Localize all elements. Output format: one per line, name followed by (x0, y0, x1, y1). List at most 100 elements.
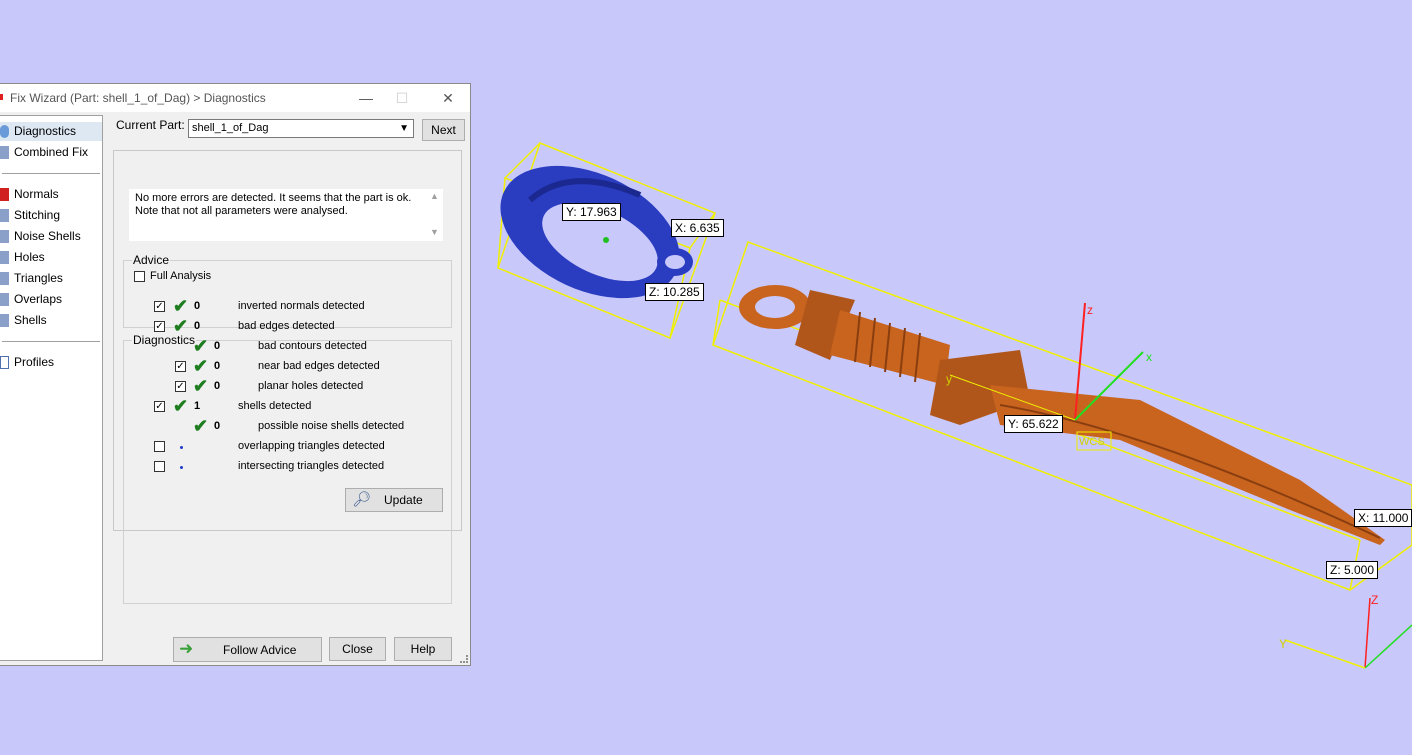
sidebar-item-label: Combined Fix (14, 145, 89, 159)
bad-edges-checkbox[interactable]: ✓ (154, 321, 165, 332)
advice-textbox[interactable]: No more errors are detected. It seems th… (129, 189, 443, 241)
ring-dim-x: X: 6.635 (671, 219, 724, 237)
intersecting-triangles-label: intersecting triangles detected (238, 460, 385, 472)
sidebar-item-profiles[interactable]: Profiles (0, 353, 102, 372)
magnifier-icon: 🔎︎ (352, 491, 372, 508)
sidebar-item-overlaps[interactable]: Overlaps (0, 290, 102, 309)
overlapping-triangles-checkbox[interactable] (154, 441, 165, 452)
bad-contours-count: 0 (214, 340, 221, 352)
help-button[interactable]: Help (394, 637, 452, 661)
wcs-label: WCS (1079, 436, 1105, 448)
shells-label: shells detected (238, 400, 312, 412)
sidebar-item-label: Overlaps (14, 292, 63, 306)
sidebar-item-label: Noise Shells (14, 229, 81, 243)
update-button[interactable]: 🔎︎ Update (345, 488, 443, 512)
status-dot-icon (180, 446, 183, 449)
planar-holes-label: planar holes detected (258, 380, 364, 392)
sidebar-item-label: Stitching (14, 208, 61, 222)
sidebar-item-triangles[interactable]: Triangles (0, 269, 102, 288)
current-part-select[interactable]: shell_1_of_Dag ▼ (188, 119, 414, 138)
sidebar-item-normals[interactable]: Normals (0, 185, 102, 204)
inverted-normals-checkbox[interactable]: ✓ (154, 301, 165, 312)
wizard-sidebar: Diagnostics Combined Fix Normals Stitchi… (0, 115, 103, 661)
check-icon: ✔ (193, 356, 209, 376)
arrow-right-icon: ➜ (179, 639, 194, 658)
maximize-button: ☐ (395, 90, 409, 106)
sidebar-item-label: Diagnostics (14, 124, 77, 138)
axis-label-y: y (946, 372, 952, 386)
ring-dim-z: Z: 10.285 (645, 283, 704, 301)
dagger-dim-z: Z: 5.000 (1326, 561, 1379, 579)
check-icon: ✔ (193, 376, 209, 396)
sidebar-item-combined-fix[interactable]: Combined Fix (0, 143, 102, 162)
app-icon (0, 94, 3, 100)
scroll-down-icon[interactable]: ▼ (430, 227, 439, 237)
near-bad-edges-checkbox[interactable]: ✓ (175, 361, 186, 372)
noise-shells-label: possible noise shells detected (258, 420, 405, 432)
minimize-button[interactable]: — (356, 88, 376, 108)
corner-axis-z: Z (1371, 593, 1378, 607)
advice-title: Advice (132, 253, 171, 267)
sidebar-item-noise-shells[interactable]: Noise Shells (0, 227, 102, 246)
shells-checkbox[interactable]: ✓ (154, 401, 165, 412)
planar-holes-checkbox[interactable]: ✓ (175, 381, 186, 392)
inverted-normals-count: 0 (194, 300, 201, 312)
near-bad-edges-label: near bad edges detected (258, 360, 380, 372)
status-dot-icon (180, 466, 183, 469)
title-bar[interactable]: Fix Wizard (Part: shell_1_of_Dag) > Diag… (0, 84, 470, 112)
profiles-icon (0, 356, 9, 369)
sidebar-separator (2, 341, 100, 342)
noise-shells-count: 0 (214, 420, 221, 432)
update-label: Update (384, 493, 423, 507)
overlaps-icon (0, 293, 9, 306)
bad-edges-label: bad edges detected (238, 320, 335, 332)
advice-text: No more errors are detected. It seems th… (135, 192, 412, 217)
close-button[interactable]: Close (329, 637, 386, 661)
current-part-label: Current Part: (116, 118, 185, 132)
chevron-down-icon: ▼ (399, 123, 409, 134)
normals-icon (0, 188, 9, 201)
sidebar-item-holes[interactable]: Holes (0, 248, 102, 267)
sidebar-item-label: Normals (14, 187, 59, 201)
check-icon: ✔ (193, 416, 209, 436)
shells-icon (0, 314, 9, 327)
holes-icon (0, 251, 9, 264)
follow-advice-label: Follow Advice (223, 643, 297, 657)
follow-advice-button[interactable]: ➜ Follow Advice (173, 637, 322, 662)
advice-scrollbar[interactable]: ▲ ▼ (426, 189, 443, 241)
sidebar-item-label: Triangles (14, 271, 63, 285)
bad-edges-count: 0 (194, 320, 201, 332)
sidebar-item-diagnostics[interactable]: Diagnostics (0, 122, 102, 141)
full-analysis-checkbox[interactable] (134, 271, 145, 282)
next-button[interactable]: Next (422, 119, 465, 141)
inverted-normals-label: inverted normals detected (238, 300, 365, 312)
overlapping-triangles-label: overlapping triangles detected (238, 440, 385, 452)
diagnostics-icon (0, 125, 9, 138)
check-icon: ✔ (173, 296, 189, 316)
close-window-button[interactable]: ✕ (438, 88, 458, 108)
current-part-value: shell_1_of_Dag (192, 122, 269, 134)
fix-wizard-dialog: Fix Wizard (Part: shell_1_of_Dag) > Diag… (0, 83, 471, 666)
check-icon: ✔ (173, 396, 189, 416)
shells-count: 1 (194, 400, 201, 412)
sidebar-item-label: Shells (14, 313, 47, 327)
sidebar-item-stitching[interactable]: Stitching (0, 206, 102, 225)
resize-grip-icon[interactable] (460, 655, 468, 663)
sidebar-item-label: Holes (14, 250, 45, 264)
axis-label-x: x (1146, 350, 1152, 364)
sidebar-item-label: Profiles (14, 355, 55, 369)
dialog-title: Fix Wizard (Part: shell_1_of_Dag) > Diag… (10, 91, 266, 105)
intersecting-triangles-checkbox[interactable] (154, 461, 165, 472)
sidebar-separator (2, 173, 100, 174)
combined-fix-icon (0, 146, 9, 159)
scroll-up-icon[interactable]: ▲ (430, 191, 439, 201)
sidebar-item-shells[interactable]: Shells (0, 311, 102, 330)
full-analysis-label: Full Analysis (150, 270, 212, 282)
bad-contours-label: bad contours detected (258, 340, 367, 352)
near-bad-edges-count: 0 (214, 360, 221, 372)
dagger-dim-x: X: 11.000 (1354, 509, 1412, 527)
planar-holes-count: 0 (214, 380, 221, 392)
check-icon: ✔ (193, 336, 209, 356)
stitching-icon (0, 209, 9, 222)
corner-axis-y: Y (1279, 637, 1287, 651)
